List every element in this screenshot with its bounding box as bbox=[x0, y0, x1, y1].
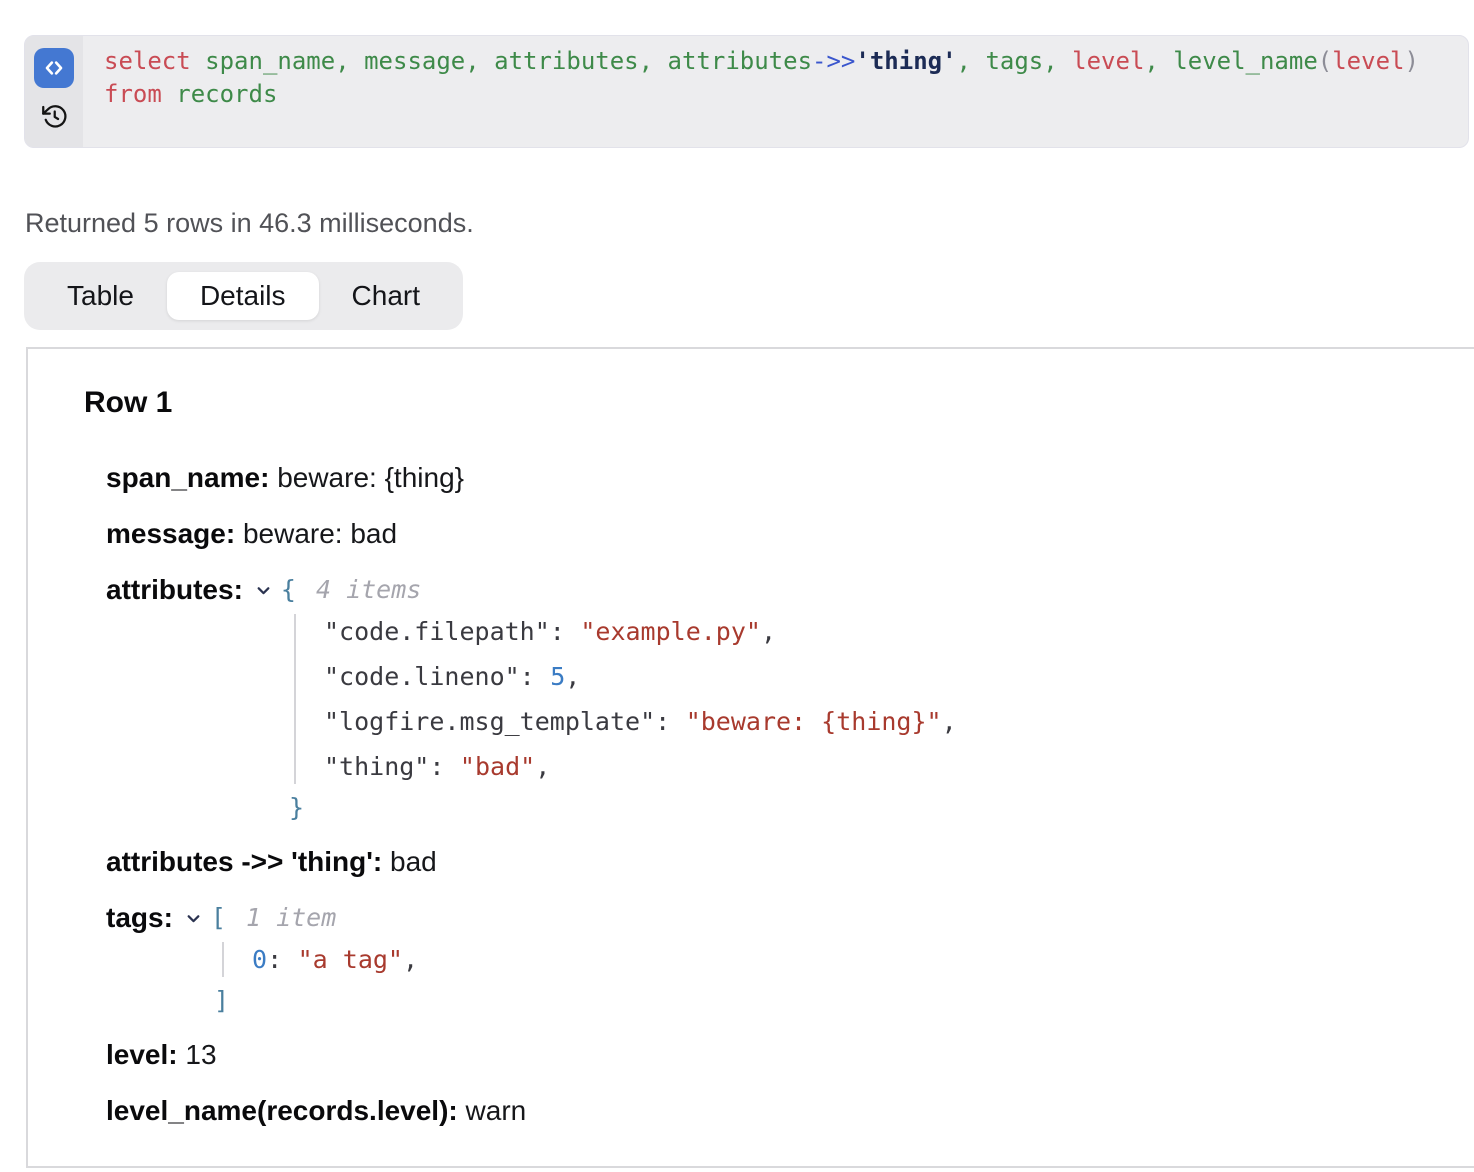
json-entry: "code.lineno":5, bbox=[324, 654, 1444, 699]
json-comma: , bbox=[942, 707, 957, 736]
sql-token: from bbox=[104, 80, 162, 108]
field-value: bad bbox=[390, 846, 437, 877]
chevron-down-icon[interactable] bbox=[253, 580, 274, 601]
result-view-tabs: Table Details Chart bbox=[24, 262, 463, 330]
query-result-status: Returned 5 rows in 46.3 milliseconds. bbox=[25, 208, 1474, 238]
json-key: "logfire.msg_template" bbox=[324, 707, 655, 736]
json-key: "code.filepath" bbox=[324, 617, 550, 646]
sql-token: level bbox=[1332, 47, 1404, 75]
field-attributes: attributes: { 4 items "code.filepath": "e… bbox=[106, 573, 1444, 827]
json-value: "example.py" bbox=[580, 617, 761, 646]
sql-token: span_name, message, attributes, attribut… bbox=[191, 47, 812, 75]
json-entry: 0: "a tag", bbox=[252, 937, 1444, 982]
field-value: warn bbox=[466, 1095, 527, 1126]
field-label: level_name(records.level): bbox=[106, 1095, 458, 1126]
json-entries: "code.filepath": "example.py", "code.line… bbox=[106, 609, 1444, 789]
query-history-button[interactable] bbox=[41, 103, 68, 130]
json-viewer-header: tags: [ 1 item bbox=[106, 901, 1444, 935]
tab-details[interactable]: Details bbox=[167, 272, 319, 320]
json-value: "beware: {thing}" bbox=[686, 707, 942, 736]
sql-token: ) bbox=[1404, 47, 1418, 75]
open-bracket: [ bbox=[211, 901, 226, 935]
code-icon bbox=[41, 55, 67, 81]
field-level-name: level_name(records.level): warn bbox=[106, 1094, 1444, 1128]
chevron-down-icon[interactable] bbox=[183, 908, 204, 929]
sql-token: ( bbox=[1318, 47, 1332, 75]
json-colon: : bbox=[267, 945, 282, 974]
json-key: "code.lineno" bbox=[324, 662, 520, 691]
sql-token: , level_name bbox=[1144, 47, 1317, 75]
json-comma: , bbox=[761, 617, 776, 646]
sql-token: select bbox=[104, 47, 191, 75]
open-brace: { bbox=[281, 573, 296, 607]
tab-chart[interactable]: Chart bbox=[319, 272, 453, 320]
field-value: beware: {thing} bbox=[277, 462, 464, 493]
tab-table[interactable]: Table bbox=[34, 272, 167, 320]
json-entry: "code.filepath": "example.py", bbox=[324, 609, 1444, 654]
row-fields: span_name: beware: {thing} message: bewa… bbox=[106, 461, 1444, 1128]
field-label: attributes ->> 'thing': bbox=[106, 846, 382, 877]
json-comma: , bbox=[403, 945, 418, 974]
field-label: message: bbox=[106, 518, 235, 549]
json-colon: : bbox=[429, 752, 444, 781]
json-comma: , bbox=[535, 752, 550, 781]
field-label: span_name: bbox=[106, 462, 269, 493]
field-label: tags: bbox=[106, 901, 173, 935]
sql-token: records bbox=[162, 80, 278, 108]
json-viewer-header: attributes: { 4 items bbox=[106, 573, 1444, 607]
field-value: 13 bbox=[185, 1039, 216, 1070]
sql-editor: select span_name, message, attributes, a… bbox=[24, 35, 1469, 148]
run-query-button[interactable] bbox=[34, 48, 74, 88]
json-entry: "logfire.msg_template": "beware: {thing}"… bbox=[324, 699, 1444, 744]
field-message: message: beware: bad bbox=[106, 517, 1444, 551]
details-panel: Row 1 span_name: beware: {thing} message… bbox=[26, 347, 1474, 1168]
json-colon: : bbox=[655, 707, 670, 736]
close-bracket: ] bbox=[106, 982, 1444, 1020]
sql-token: , tags, bbox=[957, 47, 1073, 75]
sql-token: level bbox=[1072, 47, 1144, 75]
field-span-name: span_name: beware: {thing} bbox=[106, 461, 1444, 495]
json-key: "thing" bbox=[324, 752, 429, 781]
sql-token: 'thing' bbox=[855, 47, 956, 75]
json-colon: : bbox=[550, 617, 565, 646]
json-value: "bad" bbox=[460, 752, 535, 781]
sql-line-1: select span_name, message, attributes, a… bbox=[104, 45, 1419, 78]
item-count: 4 items bbox=[316, 573, 421, 607]
field-tags: tags: [ 1 item 0: "a tag", ] bbox=[106, 901, 1444, 1020]
editor-gutter bbox=[25, 36, 83, 147]
field-attributes-thing: attributes ->> 'thing': bad bbox=[106, 845, 1444, 879]
field-value: beware: bad bbox=[243, 518, 397, 549]
json-entries: 0: "a tag", bbox=[106, 937, 1444, 982]
json-colon: : bbox=[520, 662, 535, 691]
json-value: 5 bbox=[550, 662, 565, 691]
history-icon bbox=[41, 103, 68, 130]
field-label: level: bbox=[106, 1039, 178, 1070]
row-title: Row 1 bbox=[84, 385, 1444, 421]
sql-line-2: from records bbox=[104, 78, 1419, 111]
query-input[interactable]: select span_name, message, attributes, a… bbox=[83, 36, 1439, 147]
close-brace: } bbox=[106, 789, 1444, 827]
json-index: 0 bbox=[252, 945, 267, 974]
field-level: level: 13 bbox=[106, 1038, 1444, 1072]
json-value: "a tag" bbox=[298, 945, 403, 974]
json-entry: "thing": "bad", bbox=[324, 744, 1444, 789]
item-count: 1 item bbox=[246, 901, 336, 935]
field-label: attributes: bbox=[106, 573, 243, 607]
json-comma: , bbox=[565, 662, 580, 691]
sql-token: ->> bbox=[812, 47, 855, 75]
